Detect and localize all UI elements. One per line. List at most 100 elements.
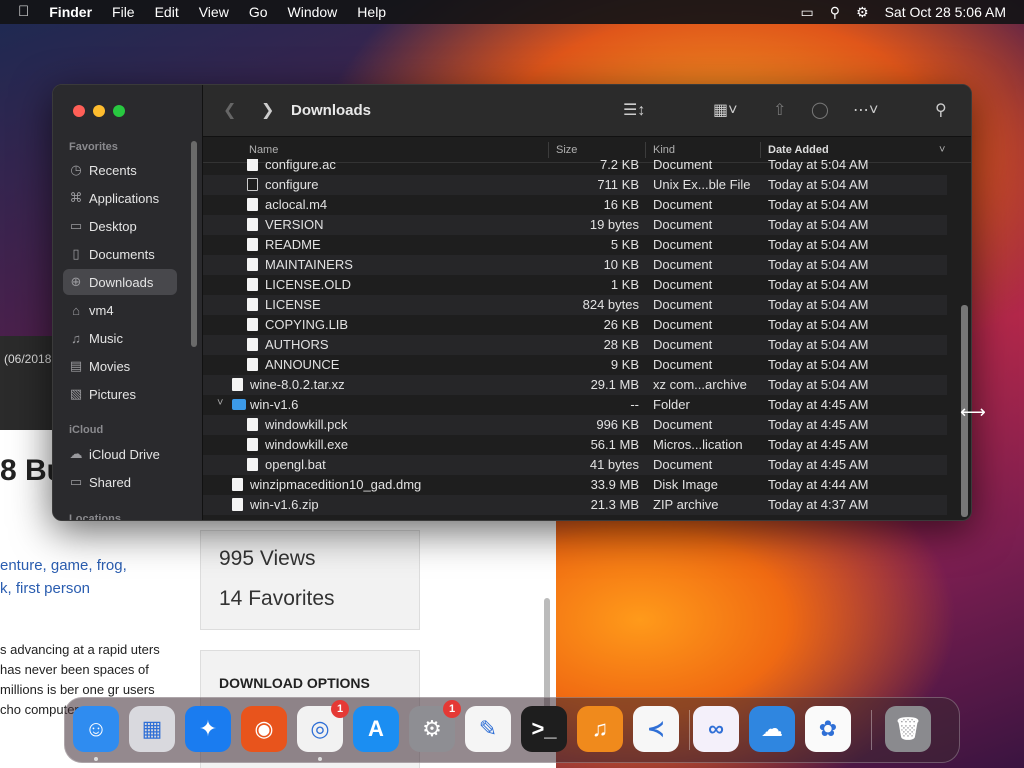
file-kind: Document: [653, 277, 713, 292]
background-tags-line[interactable]: k, first person: [0, 577, 127, 600]
column-kind-header[interactable]: Kind: [653, 144, 675, 156]
vscode-dock-icon[interactable]: ≺: [633, 706, 679, 752]
file-size: 21.3 MB: [590, 497, 639, 512]
apple-menu-icon[interactable]: : [0, 0, 39, 24]
background-tags-line[interactable]: enture, game, frog,: [0, 554, 127, 577]
file-row[interactable]: AUTHORS 28 KB Document Today at 5:04 AM: [203, 335, 947, 355]
file-row[interactable]: README 5 KB Document Today at 5:04 AM: [203, 235, 947, 255]
group-view-icon[interactable]: ▦˅: [713, 100, 737, 120]
file-row[interactable]: LICENSE.OLD 1 KB Document Today at 5:04 AM: [203, 275, 947, 295]
forward-chevron-icon[interactable]: ❯: [261, 100, 274, 120]
file-list: configure.ac 7.2 KB Document Today at 5:04 …: [203, 159, 971, 520]
column-divider[interactable]: [548, 142, 549, 158]
file-row[interactable]: ANNOUNCE 9 KB Document Today at 5:04 AM: [203, 355, 947, 375]
cloud-icon: ☁: [69, 446, 83, 461]
file-row[interactable]: win-v1.6.zip 21.3 MB ZIP archive Today at 4…: [203, 495, 947, 515]
chrome-dock-icon[interactable]: ◎ 1: [297, 700, 349, 752]
background-tags: enture, game, frog, k, first person: [0, 554, 127, 600]
file-row[interactable]: COPYING.LIB 26 KB Document Today at 5:04 AM: [203, 315, 947, 335]
sidebar-item-documents[interactable]: ▯ Documents: [63, 241, 177, 267]
safari-dock-icon[interactable]: ✦: [185, 706, 231, 752]
sidebar-item-label: Pictures: [89, 386, 136, 402]
visual-studio-dock-icon[interactable]: ∞: [693, 706, 739, 752]
sidebar-item-applications[interactable]: ⌘ Applications: [63, 185, 177, 211]
disclosure-chevron-down-icon[interactable]: ˅: [217, 397, 223, 409]
more-actions-icon[interactable]: ⋯˅: [853, 100, 878, 120]
textedit-dock-icon[interactable]: ✎: [465, 706, 511, 752]
column-size-header[interactable]: Size: [556, 144, 577, 156]
document-icon: [247, 218, 258, 231]
menu-app-name[interactable]: Finder: [39, 0, 102, 24]
sidebar-item-music[interactable]: ♫ Music: [63, 325, 177, 351]
file-date-added: Today at 5:04 AM: [768, 217, 869, 232]
file-row[interactable]: LICENSE 824 bytes Document Today at 5:04 AM: [203, 295, 947, 315]
photos-dock-icon[interactable]: ✿: [805, 706, 851, 752]
launchpad-dock-icon[interactable]: ▦: [129, 706, 175, 752]
terminal-dock-icon[interactable]: >_: [521, 706, 567, 752]
file-row[interactable]: opengl.bat 41 bytes Document Today at 4:45 …: [203, 455, 947, 475]
screen-mirroring-icon[interactable]: ▭: [801, 4, 814, 21]
list-view-icon[interactable]: ☰↕: [623, 100, 645, 120]
sidebar-item-label: vm4: [89, 302, 114, 318]
system-settings-dock-icon[interactable]: ⚙ 1: [409, 700, 461, 752]
file-name: configure.ac: [265, 159, 336, 172]
tag-icon[interactable]: ◯: [811, 100, 829, 120]
file-row[interactable]: aclocal.m4 16 KB Document Today at 5:04 AM: [203, 195, 947, 215]
sidebar-item-pictures[interactable]: ▧ Pictures: [63, 381, 177, 407]
file-row[interactable]: windowkill.pck 996 KB Document Today at 4:4…: [203, 415, 947, 435]
file-kind: ZIP archive: [653, 497, 719, 512]
close-window-button[interactable]: [73, 105, 85, 117]
zoom-window-button[interactable]: [113, 105, 125, 117]
sidebar-item-icloud-drive[interactable]: ☁ iCloud Drive: [63, 441, 177, 467]
sidebar-item-downloads[interactable]: ⊕ Downloads: [63, 269, 177, 295]
sidebar-item-desktop[interactable]: ▭ Desktop: [63, 213, 177, 239]
file-row[interactable]: wine-8.0.2.tar.xz 29.1 MB xz com...archive…: [203, 375, 947, 395]
menu-clock[interactable]: Sat Oct 28 5:06 AM: [885, 4, 1006, 20]
column-divider[interactable]: [645, 142, 646, 158]
file-size: --: [630, 397, 639, 412]
film-icon: ▤: [69, 358, 83, 373]
menu-go[interactable]: Go: [239, 0, 278, 24]
finder-dock-icon[interactable]: ☺: [73, 706, 119, 752]
menu-edit[interactable]: Edit: [145, 0, 189, 24]
column-divider[interactable]: [760, 142, 761, 158]
weather-dock-icon[interactable]: ☁: [749, 706, 795, 752]
file-row[interactable]: configure.ac 7.2 KB Document Today at 5:04 …: [203, 159, 947, 175]
file-size: 19 bytes: [589, 217, 639, 232]
file-row[interactable]: MAINTAINERS 10 KB Document Today at 5:04 AM: [203, 255, 947, 275]
sidebar-favorites-header: Favorites: [69, 141, 118, 153]
menu-view[interactable]: View: [189, 0, 239, 24]
garageband-dock-icon[interactable]: ♫: [577, 706, 623, 752]
file-row[interactable]: VERSION 19 bytes Document Today at 5:04 AM: [203, 215, 947, 235]
firefox-dock-icon[interactable]: ◉: [241, 706, 287, 752]
document-icon: [232, 378, 243, 391]
back-chevron-icon[interactable]: ❮: [223, 100, 236, 120]
app-store-dock-icon[interactable]: A: [353, 706, 399, 752]
menu-file[interactable]: File: [102, 0, 145, 24]
sidebar-item-shared[interactable]: ▭ Shared: [63, 469, 177, 495]
control-center-icon[interactable]: ⚙: [856, 4, 869, 21]
file-date-added: Today at 4:44 AM: [768, 477, 869, 492]
search-icon[interactable]: ⚲: [935, 100, 947, 120]
document-icon: ▯: [72, 246, 80, 261]
sidebar-item-movies[interactable]: ▤ Movies: [63, 353, 177, 379]
notification-badge: 1: [443, 700, 461, 718]
sort-chevron-down-icon[interactable]: ˅: [939, 144, 945, 156]
background-window-strip: (06/2018: [0, 336, 60, 432]
sidebar-item-vm4[interactable]: ⌂ vm4: [63, 297, 177, 323]
minimize-window-button[interactable]: [93, 105, 105, 117]
document-icon: [247, 318, 258, 331]
share-icon[interactable]: ⇧: [773, 100, 786, 120]
file-row[interactable]: ˅ win-v1.6 -- Folder Today at 4:45 AM: [203, 395, 947, 415]
trash-dock-icon[interactable]: 🗑: [885, 706, 931, 752]
menu-help[interactable]: Help: [347, 0, 396, 24]
menu-window[interactable]: Window: [278, 0, 348, 24]
column-date-added-header[interactable]: Date Added: [768, 144, 829, 156]
file-row[interactable]: windowkill.exe 56.1 MB Micros...lication To…: [203, 435, 947, 455]
file-row[interactable]: configure 711 KB Unix Ex...ble File Today a…: [203, 175, 947, 195]
sidebar-scrollbar[interactable]: [191, 141, 197, 347]
file-row[interactable]: winzipmacedition10_gad.dmg 33.9 MB Disk Im…: [203, 475, 947, 495]
column-name-header[interactable]: Name: [249, 144, 278, 156]
spotlight-search-icon[interactable]: ⚲: [830, 4, 840, 21]
sidebar-item-recents[interactable]: ◷ Recents: [63, 157, 177, 183]
